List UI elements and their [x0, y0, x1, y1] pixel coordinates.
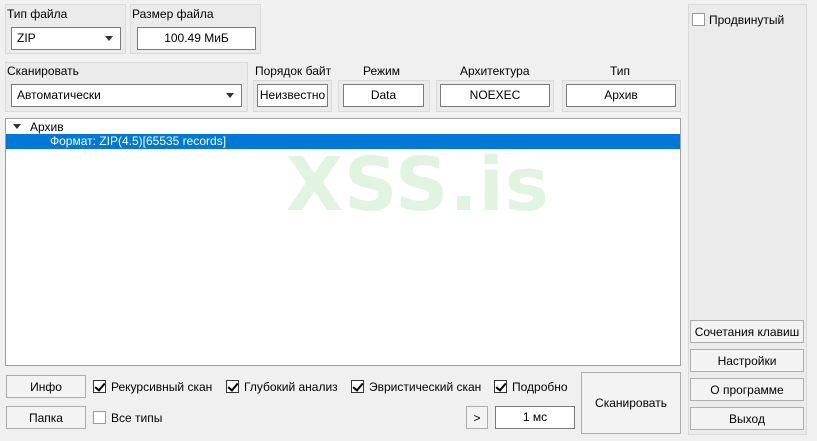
scan-select[interactable]: Автоматически [11, 84, 242, 107]
recursive-label: Рекурсивный скан [111, 380, 213, 394]
type-label: Тип [610, 64, 631, 78]
all-types-checkbox[interactable] [93, 411, 106, 424]
mode-field[interactable]: Data [343, 84, 424, 107]
scan-value: Автоматически [17, 88, 101, 102]
checkmark-icon [352, 380, 364, 392]
scan-label: Сканировать [7, 64, 79, 78]
chevron-down-icon [226, 93, 234, 98]
chevron-down-icon [105, 36, 113, 41]
endianness-field[interactable]: Неизвестно [257, 84, 328, 107]
endianness-label: Порядок байт [255, 64, 332, 78]
mode-label: Режим [363, 64, 400, 78]
advanced-label: Продвинутый [709, 13, 785, 27]
deep-checkbox[interactable] [226, 380, 239, 393]
type-field[interactable]: Архив [566, 84, 676, 107]
about-button[interactable]: О программе [690, 378, 804, 401]
checkmark-icon [495, 380, 507, 392]
recursive-checkbox[interactable] [93, 380, 106, 393]
heuristic-checkbox[interactable] [351, 380, 364, 393]
info-button[interactable]: Инфо [6, 375, 86, 398]
shortcuts-button[interactable]: Сочетания клавиш [690, 320, 804, 343]
scan-button[interactable]: Сканировать [581, 372, 681, 434]
checkmark-icon [94, 380, 106, 392]
file-size-field[interactable]: 100.49 МиБ [137, 27, 256, 50]
verbose-label: Подробно [512, 380, 568, 394]
heuristic-label: Эвристический скан [369, 380, 482, 394]
watermark: XSS.is [286, 142, 550, 228]
advanced-checkbox[interactable] [692, 13, 705, 26]
verbose-checkbox[interactable] [494, 380, 507, 393]
architecture-field[interactable]: NOEXEC [440, 84, 550, 107]
next-button[interactable]: > [466, 406, 488, 429]
file-type-select[interactable]: ZIP [11, 27, 121, 50]
file-type-label: Тип файла [7, 7, 68, 21]
tree-child-label: Формат: ZIP(4.5)[65535 records] [50, 134, 227, 148]
settings-button[interactable]: Настройки [690, 349, 804, 372]
tree-root-item[interactable]: Архив [30, 120, 64, 134]
deep-label: Глубокий анализ [244, 380, 338, 394]
checkmark-icon [227, 380, 239, 392]
folder-button[interactable]: Папка [6, 406, 86, 429]
file-size-label: Размер файла [132, 7, 214, 21]
expand-arrow-icon[interactable] [13, 124, 21, 129]
file-type-value: ZIP [17, 31, 36, 45]
exit-button[interactable]: Выход [690, 407, 804, 430]
elapsed-time-field: 1 мс [495, 406, 575, 429]
all-types-label: Все типы [111, 411, 163, 425]
architecture-label: Архитектура [460, 64, 530, 78]
